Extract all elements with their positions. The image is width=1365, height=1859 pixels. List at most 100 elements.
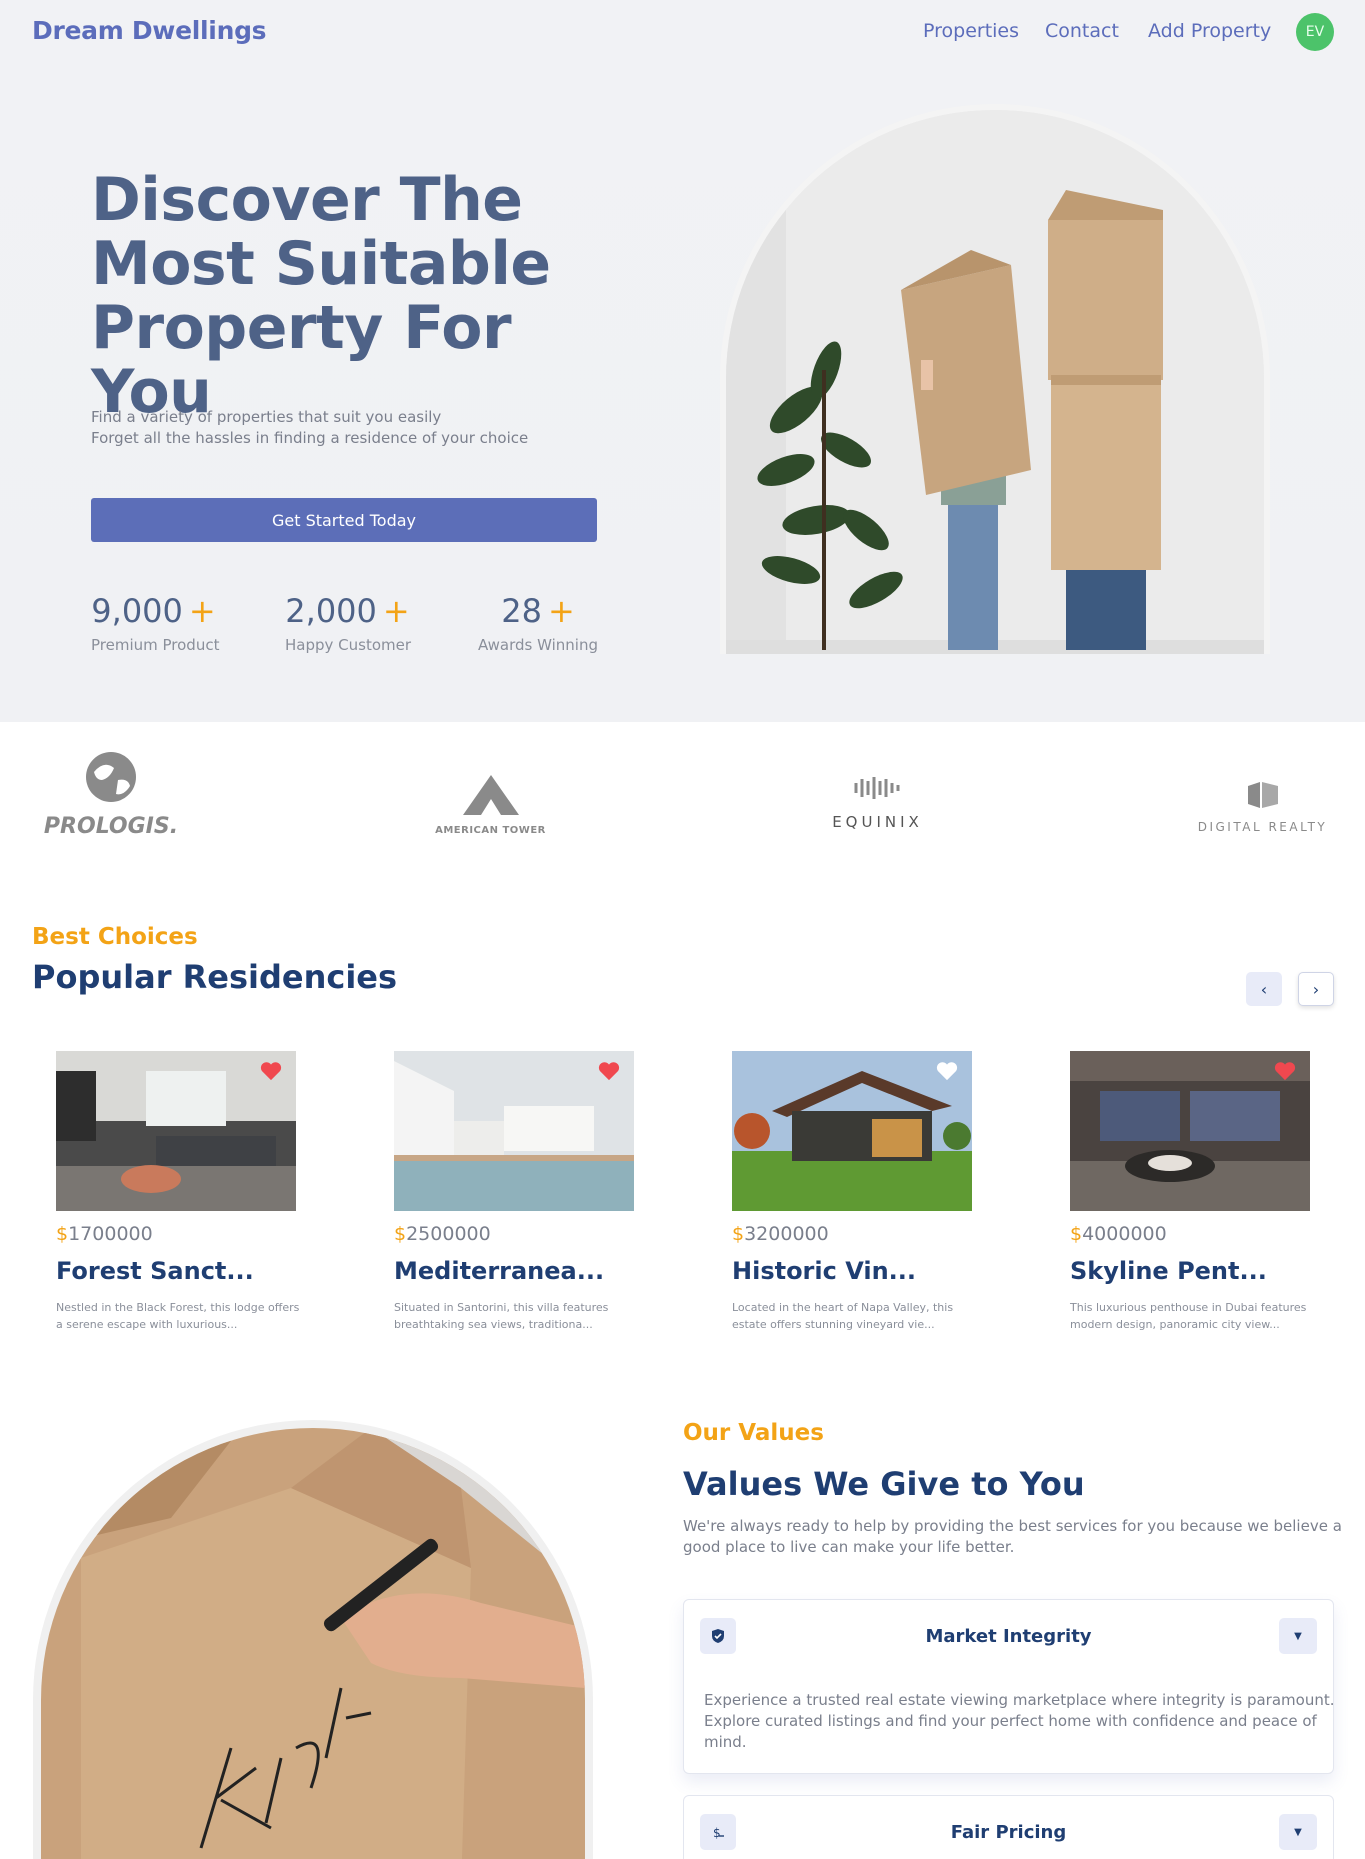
partner-name: PROLOGIS.	[43, 814, 179, 839]
accordion-toggle-button[interactable]: ▼	[1279, 1618, 1317, 1654]
residency-card[interactable]: $1700000 Forest Sanct... Nestled in the …	[56, 1051, 299, 1333]
values-description-line: good place to live can make your life be…	[683, 1538, 1015, 1556]
cube-icon	[1247, 782, 1278, 808]
caret-down-icon: ▼	[1294, 1630, 1302, 1642]
stat-value: 28 +	[478, 592, 598, 630]
values-image-frame	[41, 1428, 585, 1859]
globe-icon	[86, 752, 136, 802]
partner-name: EQUINIX	[832, 813, 923, 831]
residency-price: $3200000	[732, 1223, 972, 1245]
caret-down-icon: ▼	[1294, 1826, 1302, 1838]
description-line: a serene escape with luxurious...	[56, 1318, 238, 1331]
accordion-item-market-integrity[interactable]: Market Integrity ▼ Experience a trusted …	[683, 1599, 1334, 1774]
nav-link-add-property[interactable]: Add Property	[1148, 20, 1271, 42]
partner-logo-american-tower: AMERICAN TOWER	[418, 775, 563, 836]
residency-description: Situated in Santorini, this villa featur…	[394, 1299, 634, 1333]
residencies-eyebrow: Best Choices	[32, 924, 198, 950]
chevron-right-icon: ›	[1312, 979, 1320, 999]
stat-number: 2,000	[285, 592, 377, 630]
stat-number: 28	[501, 592, 542, 630]
accordion-body: Experience a trusted real estate viewing…	[704, 1690, 1335, 1753]
stat-premium-product: 9,000 + Premium Product	[91, 592, 220, 654]
residency-name: Historic Vin...	[732, 1257, 917, 1285]
stat-value: 9,000 +	[91, 592, 216, 630]
currency-symbol: $	[394, 1223, 407, 1245]
stat-number: 9,000	[91, 592, 183, 630]
stat-plus: +	[382, 592, 410, 630]
accordion-toggle-button[interactable]: ▼	[1279, 1814, 1317, 1850]
values-eyebrow: Our Values	[683, 1420, 824, 1446]
currency-symbol: $	[732, 1223, 745, 1245]
stat-plus: +	[547, 592, 575, 630]
residency-description: This luxurious penthouse in Dubai featur…	[1070, 1299, 1310, 1333]
waveform-icon	[854, 777, 899, 799]
residency-card[interactable]: $4000000 Skyline Pent... This luxurious …	[1070, 1051, 1310, 1333]
people-carrying-boxes-illustration	[726, 110, 1264, 654]
brand-logo[interactable]: Dream Dwellings	[32, 16, 267, 45]
price-value: 2500000	[406, 1223, 491, 1245]
heart-icon[interactable]	[1274, 1061, 1296, 1081]
currency-symbol: $	[1070, 1223, 1083, 1245]
accordion-body-line: mind.	[704, 1733, 747, 1751]
description-line: Located in the heart of Napa Valley, thi…	[732, 1301, 954, 1314]
values-title: Values We Give to You	[683, 1465, 1085, 1503]
residency-image	[732, 1051, 972, 1211]
carousel-next-button[interactable]: ›	[1298, 972, 1334, 1006]
values-description: We're always ready to help by providing …	[683, 1516, 1342, 1558]
hero-title: Discover The Most Suitable Property For …	[91, 165, 551, 427]
residency-name: Skyline Pent...	[1070, 1257, 1267, 1285]
residency-price: $4000000	[1070, 1223, 1310, 1245]
partner-name: AMERICAN TOWER	[435, 825, 546, 836]
values-description-line: We're always ready to help by providing …	[683, 1517, 1342, 1535]
description-line: This luxurious penthouse in Dubai featur…	[1070, 1301, 1307, 1314]
nav-link-contact[interactable]: Contact	[1045, 20, 1119, 42]
residency-description: Located in the heart of Napa Valley, thi…	[732, 1299, 972, 1333]
residency-image	[56, 1051, 296, 1211]
stat-plus: +	[188, 592, 216, 630]
partner-name: DIGITAL REALTY	[1197, 820, 1328, 834]
residency-name: Mediterranea...	[394, 1257, 605, 1285]
get-started-button[interactable]: Get Started Today	[91, 498, 597, 542]
stat-label: Happy Customer	[285, 636, 412, 654]
heart-icon[interactable]	[260, 1061, 282, 1081]
hand-writing-on-box-photo	[41, 1428, 585, 1859]
accordion-body-line: Experience a trusted real estate viewing…	[704, 1691, 1335, 1709]
residency-card[interactable]: $2500000 Mediterranea... Situated in San…	[394, 1051, 634, 1333]
description-line: modern design, panoramic city view...	[1070, 1318, 1280, 1331]
partner-logo-digital-realty: DIGITAL REALTY	[1190, 780, 1335, 834]
accordion-title: Market Integrity	[925, 1626, 1092, 1647]
nav-link-properties[interactable]: Properties	[923, 20, 1019, 42]
hero-subtitle-line: Forget all the hassles in finding a resi…	[91, 429, 529, 447]
description-line: Situated in Santorini, this villa featur…	[394, 1301, 609, 1314]
residency-card[interactable]: $3200000 Historic Vin... Located in the …	[732, 1051, 972, 1333]
accordion-body-line: Explore curated listings and find your p…	[704, 1712, 1317, 1730]
stat-label: Premium Product	[91, 636, 220, 654]
partner-logo-prologis: PROLOGIS.	[36, 750, 186, 839]
heart-icon[interactable]	[936, 1061, 958, 1081]
residencies-title: Popular Residencies	[32, 958, 398, 996]
stat-label: Awards Winning	[478, 636, 598, 654]
residency-description: Nestled in the Black Forest, this lodge …	[56, 1299, 299, 1333]
description-line: breathtaking sea views, traditiona...	[394, 1318, 593, 1331]
tower-icon	[462, 775, 519, 815]
heart-icon[interactable]	[598, 1061, 620, 1081]
residency-price: $1700000	[56, 1223, 296, 1245]
partner-logo-equinix: EQUINIX	[810, 775, 945, 831]
currency-symbol: $	[56, 1223, 69, 1245]
hero-subtitle-line: Find a variety of properties that suit y…	[91, 408, 442, 426]
description-line: estate offers stunning vineyard vie...	[732, 1318, 935, 1331]
accordion-title: Fair Pricing	[950, 1822, 1067, 1843]
stat-happy-customer: 2,000 + Happy Customer	[285, 592, 412, 654]
price-value: 1700000	[68, 1223, 153, 1245]
price-value: 4000000	[1082, 1223, 1167, 1245]
stat-awards-winning: 28 + Awards Winning	[478, 592, 598, 654]
price-value: 3200000	[744, 1223, 829, 1245]
carousel-prev-button[interactable]: ‹	[1246, 972, 1282, 1006]
accordion-item-fair-pricing[interactable]: $ Fair Pricing ▼	[683, 1795, 1334, 1859]
residency-price: $2500000	[394, 1223, 634, 1245]
stat-value: 2,000 +	[285, 592, 410, 630]
residency-image	[394, 1051, 634, 1211]
hero-subtitle: Find a variety of properties that suit y…	[91, 407, 528, 449]
values-image	[33, 1420, 593, 1859]
user-avatar[interactable]: EV	[1296, 13, 1334, 51]
